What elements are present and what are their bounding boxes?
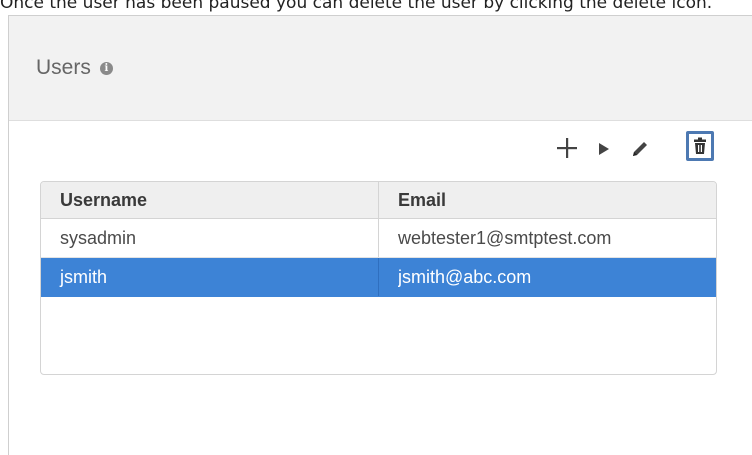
users-table: Username Email sysadmin webtester1@smtpt…	[40, 181, 717, 375]
email-cell: jsmith@abc.com	[398, 266, 532, 287]
username-cell[interactable]: jsmith	[41, 257, 379, 297]
add-user-button[interactable]	[556, 135, 578, 161]
plus-icon	[557, 138, 577, 158]
panel-title-label: Users	[36, 56, 91, 79]
panel-title: Users i	[36, 56, 113, 80]
resume-user-button[interactable]	[596, 139, 612, 159]
info-icon[interactable]: i	[99, 61, 113, 75]
panel-header: Users i	[9, 16, 752, 121]
play-icon	[599, 143, 609, 155]
column-header-username[interactable]: Username	[41, 182, 379, 219]
username-cell[interactable]: sysadmin	[41, 218, 379, 258]
caption-text: Once the user has been paused you can de…	[0, 0, 713, 13]
email-cell-wrap[interactable]: jsmith@abc.com	[378, 257, 716, 297]
column-header-email[interactable]: Email	[378, 182, 716, 219]
table-header-row: Username Email	[41, 182, 716, 219]
delete-user-button[interactable]	[686, 131, 714, 161]
edit-user-button[interactable]	[630, 138, 650, 160]
table-row-selected[interactable]: jsmith jsmith@abc.com	[41, 257, 716, 297]
trash-icon	[694, 137, 706, 154]
pencil-icon	[633, 142, 647, 156]
table-row[interactable]: sysadmin webtester1@smtptest.com	[41, 218, 716, 258]
email-cell: webtester1@smtptest.com	[398, 227, 612, 248]
email-cell-wrap[interactable]: webtester1@smtptest.com	[378, 218, 716, 258]
